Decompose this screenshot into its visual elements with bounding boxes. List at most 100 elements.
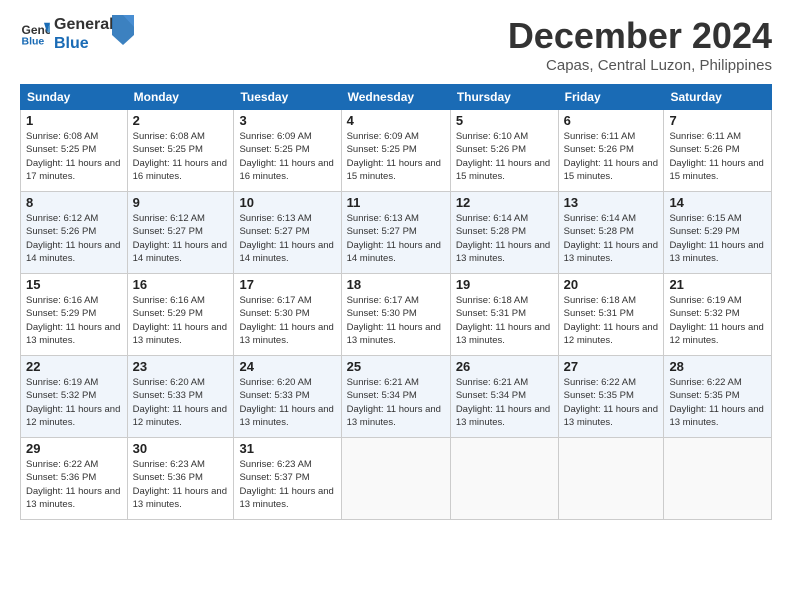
day-number: 16: [133, 277, 229, 292]
day-number: 25: [347, 359, 445, 374]
day-info: Sunrise: 6:13 AMSunset: 5:27 PMDaylight:…: [347, 212, 445, 265]
general-blue-logo-icon: General Blue: [20, 19, 50, 49]
day-number: 3: [239, 113, 335, 128]
day-number: 20: [564, 277, 659, 292]
day-info: Sunrise: 6:20 AMSunset: 5:33 PMDaylight:…: [133, 376, 229, 429]
calendar-day-8: 8Sunrise: 6:12 AMSunset: 5:26 PMDaylight…: [21, 192, 128, 274]
calendar-header-thursday: Thursday: [450, 85, 558, 110]
title-block: December 2024 Capas, Central Luzon, Phil…: [508, 15, 772, 74]
calendar-empty-cell: [341, 438, 450, 520]
day-info: Sunrise: 6:19 AMSunset: 5:32 PMDaylight:…: [26, 376, 122, 429]
day-number: 24: [239, 359, 335, 374]
month-title: December 2024: [508, 15, 772, 57]
calendar-week-3: 15 Sunrise: 6:16 AMSunset: 5:29 PMDayligh…: [21, 274, 772, 356]
day-number: 31: [239, 441, 335, 456]
day-info: Sunrise: 6:22 AMSunset: 5:35 PMDaylight:…: [564, 376, 659, 429]
calendar-day-21: 21 Sunrise: 6:19 AMSunset: 5:32 PMDayligh…: [664, 274, 772, 356]
calendar-header-wednesday: Wednesday: [341, 85, 450, 110]
calendar-header-friday: Friday: [558, 85, 664, 110]
day-info: Sunrise: 6:09 AMSunset: 5:25 PMDaylight:…: [239, 130, 335, 183]
day-number: 17: [239, 277, 335, 292]
calendar-week-1: 1Sunrise: 6:08 AMSunset: 5:25 PMDaylight…: [21, 110, 772, 192]
calendar-header-saturday: Saturday: [664, 85, 772, 110]
calendar-day-20: 20 Sunrise: 6:18 AMSunset: 5:31 PMDayligh…: [558, 274, 664, 356]
calendar-day-6: 6 Sunrise: 6:11 AMSunset: 5:26 PMDaylight…: [558, 110, 664, 192]
day-info: Sunrise: 6:18 AMSunset: 5:31 PMDaylight:…: [564, 294, 659, 347]
calendar-day-17: 17Sunrise: 6:17 AMSunset: 5:30 PMDayligh…: [234, 274, 341, 356]
day-number: 13: [564, 195, 659, 210]
day-info: Sunrise: 6:23 AMSunset: 5:36 PMDaylight:…: [133, 458, 229, 511]
day-number: 4: [347, 113, 445, 128]
day-number: 14: [669, 195, 766, 210]
day-number: 10: [239, 195, 335, 210]
calendar-header-sunday: Sunday: [21, 85, 128, 110]
calendar-day-14: 14 Sunrise: 6:15 AMSunset: 5:29 PMDayligh…: [664, 192, 772, 274]
day-info: Sunrise: 6:08 AMSunset: 5:25 PMDaylight:…: [133, 130, 229, 183]
day-number: 12: [456, 195, 553, 210]
calendar-day-10: 10Sunrise: 6:13 AMSunset: 5:27 PMDayligh…: [234, 192, 341, 274]
day-info: Sunrise: 6:19 AMSunset: 5:32 PMDaylight:…: [669, 294, 766, 347]
day-info: Sunrise: 6:11 AMSunset: 5:26 PMDaylight:…: [564, 130, 659, 183]
day-number: 26: [456, 359, 553, 374]
day-number: 15: [26, 277, 122, 292]
calendar-day-7: 7 Sunrise: 6:11 AMSunset: 5:26 PMDaylight…: [664, 110, 772, 192]
svg-text:Blue: Blue: [22, 36, 45, 48]
calendar-day-31: 31 Sunrise: 6:23 AMSunset: 5:37 PMDayligh…: [234, 438, 341, 520]
calendar-day-24: 24 Sunrise: 6:20 AMSunset: 5:33 PMDayligh…: [234, 356, 341, 438]
calendar-day-5: 5Sunrise: 6:10 AMSunset: 5:26 PMDaylight…: [450, 110, 558, 192]
day-info: Sunrise: 6:11 AMSunset: 5:26 PMDaylight:…: [669, 130, 766, 183]
day-info: Sunrise: 6:22 AMSunset: 5:36 PMDaylight:…: [26, 458, 122, 511]
day-number: 2: [133, 113, 229, 128]
day-number: 22: [26, 359, 122, 374]
calendar-day-30: 30 Sunrise: 6:23 AMSunset: 5:36 PMDayligh…: [127, 438, 234, 520]
calendar-header-monday: Monday: [127, 85, 234, 110]
calendar-day-11: 11 Sunrise: 6:13 AMSunset: 5:27 PMDayligh…: [341, 192, 450, 274]
day-info: Sunrise: 6:15 AMSunset: 5:29 PMDaylight:…: [669, 212, 766, 265]
day-number: 11: [347, 195, 445, 210]
calendar-day-12: 12 Sunrise: 6:14 AMSunset: 5:28 PMDayligh…: [450, 192, 558, 274]
logo-blue: Blue: [54, 34, 114, 53]
day-info: Sunrise: 6:12 AMSunset: 5:26 PMDaylight:…: [26, 212, 122, 265]
calendar-day-25: 25 Sunrise: 6:21 AMSunset: 5:34 PMDayligh…: [341, 356, 450, 438]
location-title: Capas, Central Luzon, Philippines: [508, 57, 772, 74]
calendar-day-9: 9Sunrise: 6:12 AMSunset: 5:27 PMDaylight…: [127, 192, 234, 274]
calendar-day-28: 28 Sunrise: 6:22 AMSunset: 5:35 PMDayligh…: [664, 356, 772, 438]
calendar-header-row: SundayMondayTuesdayWednesdayThursdayFrid…: [21, 85, 772, 110]
calendar-day-13: 13Sunrise: 6:14 AMSunset: 5:28 PMDayligh…: [558, 192, 664, 274]
day-number: 28: [669, 359, 766, 374]
logo: General Blue General Blue: [20, 15, 134, 53]
calendar-week-4: 22 Sunrise: 6:19 AMSunset: 5:32 PMDayligh…: [21, 356, 772, 438]
day-info: Sunrise: 6:20 AMSunset: 5:33 PMDaylight:…: [239, 376, 335, 429]
day-number: 19: [456, 277, 553, 292]
day-info: Sunrise: 6:22 AMSunset: 5:35 PMDaylight:…: [669, 376, 766, 429]
day-number: 6: [564, 113, 659, 128]
day-number: 29: [26, 441, 122, 456]
day-info: Sunrise: 6:21 AMSunset: 5:34 PMDaylight:…: [347, 376, 445, 429]
day-info: Sunrise: 6:18 AMSunset: 5:31 PMDaylight:…: [456, 294, 553, 347]
calendar-week-5: 29 Sunrise: 6:22 AMSunset: 5:36 PMDayligh…: [21, 438, 772, 520]
day-info: Sunrise: 6:21 AMSunset: 5:34 PMDaylight:…: [456, 376, 553, 429]
calendar-day-23: 23Sunrise: 6:20 AMSunset: 5:33 PMDayligh…: [127, 356, 234, 438]
calendar-table: SundayMondayTuesdayWednesdayThursdayFrid…: [20, 84, 772, 520]
day-info: Sunrise: 6:10 AMSunset: 5:26 PMDaylight:…: [456, 130, 553, 183]
day-info: Sunrise: 6:12 AMSunset: 5:27 PMDaylight:…: [133, 212, 229, 265]
calendar-header-tuesday: Tuesday: [234, 85, 341, 110]
header: General Blue General Blue December 2024 …: [20, 15, 772, 74]
calendar-day-27: 27 Sunrise: 6:22 AMSunset: 5:35 PMDayligh…: [558, 356, 664, 438]
day-number: 27: [564, 359, 659, 374]
day-info: Sunrise: 6:09 AMSunset: 5:25 PMDaylight:…: [347, 130, 445, 183]
day-info: Sunrise: 6:16 AMSunset: 5:29 PMDaylight:…: [26, 294, 122, 347]
day-info: Sunrise: 6:17 AMSunset: 5:30 PMDaylight:…: [347, 294, 445, 347]
calendar-day-3: 3 Sunrise: 6:09 AMSunset: 5:25 PMDaylight…: [234, 110, 341, 192]
day-number: 21: [669, 277, 766, 292]
calendar-week-2: 8Sunrise: 6:12 AMSunset: 5:26 PMDaylight…: [21, 192, 772, 274]
calendar-day-1: 1Sunrise: 6:08 AMSunset: 5:25 PMDaylight…: [21, 110, 128, 192]
logo-general: General: [54, 15, 114, 34]
day-info: Sunrise: 6:23 AMSunset: 5:37 PMDaylight:…: [239, 458, 335, 511]
day-number: 30: [133, 441, 229, 456]
calendar-day-18: 18Sunrise: 6:17 AMSunset: 5:30 PMDayligh…: [341, 274, 450, 356]
calendar-empty-cell: [450, 438, 558, 520]
day-number: 7: [669, 113, 766, 128]
logo-arrow-icon: [112, 15, 134, 45]
day-info: Sunrise: 6:14 AMSunset: 5:28 PMDaylight:…: [456, 212, 553, 265]
